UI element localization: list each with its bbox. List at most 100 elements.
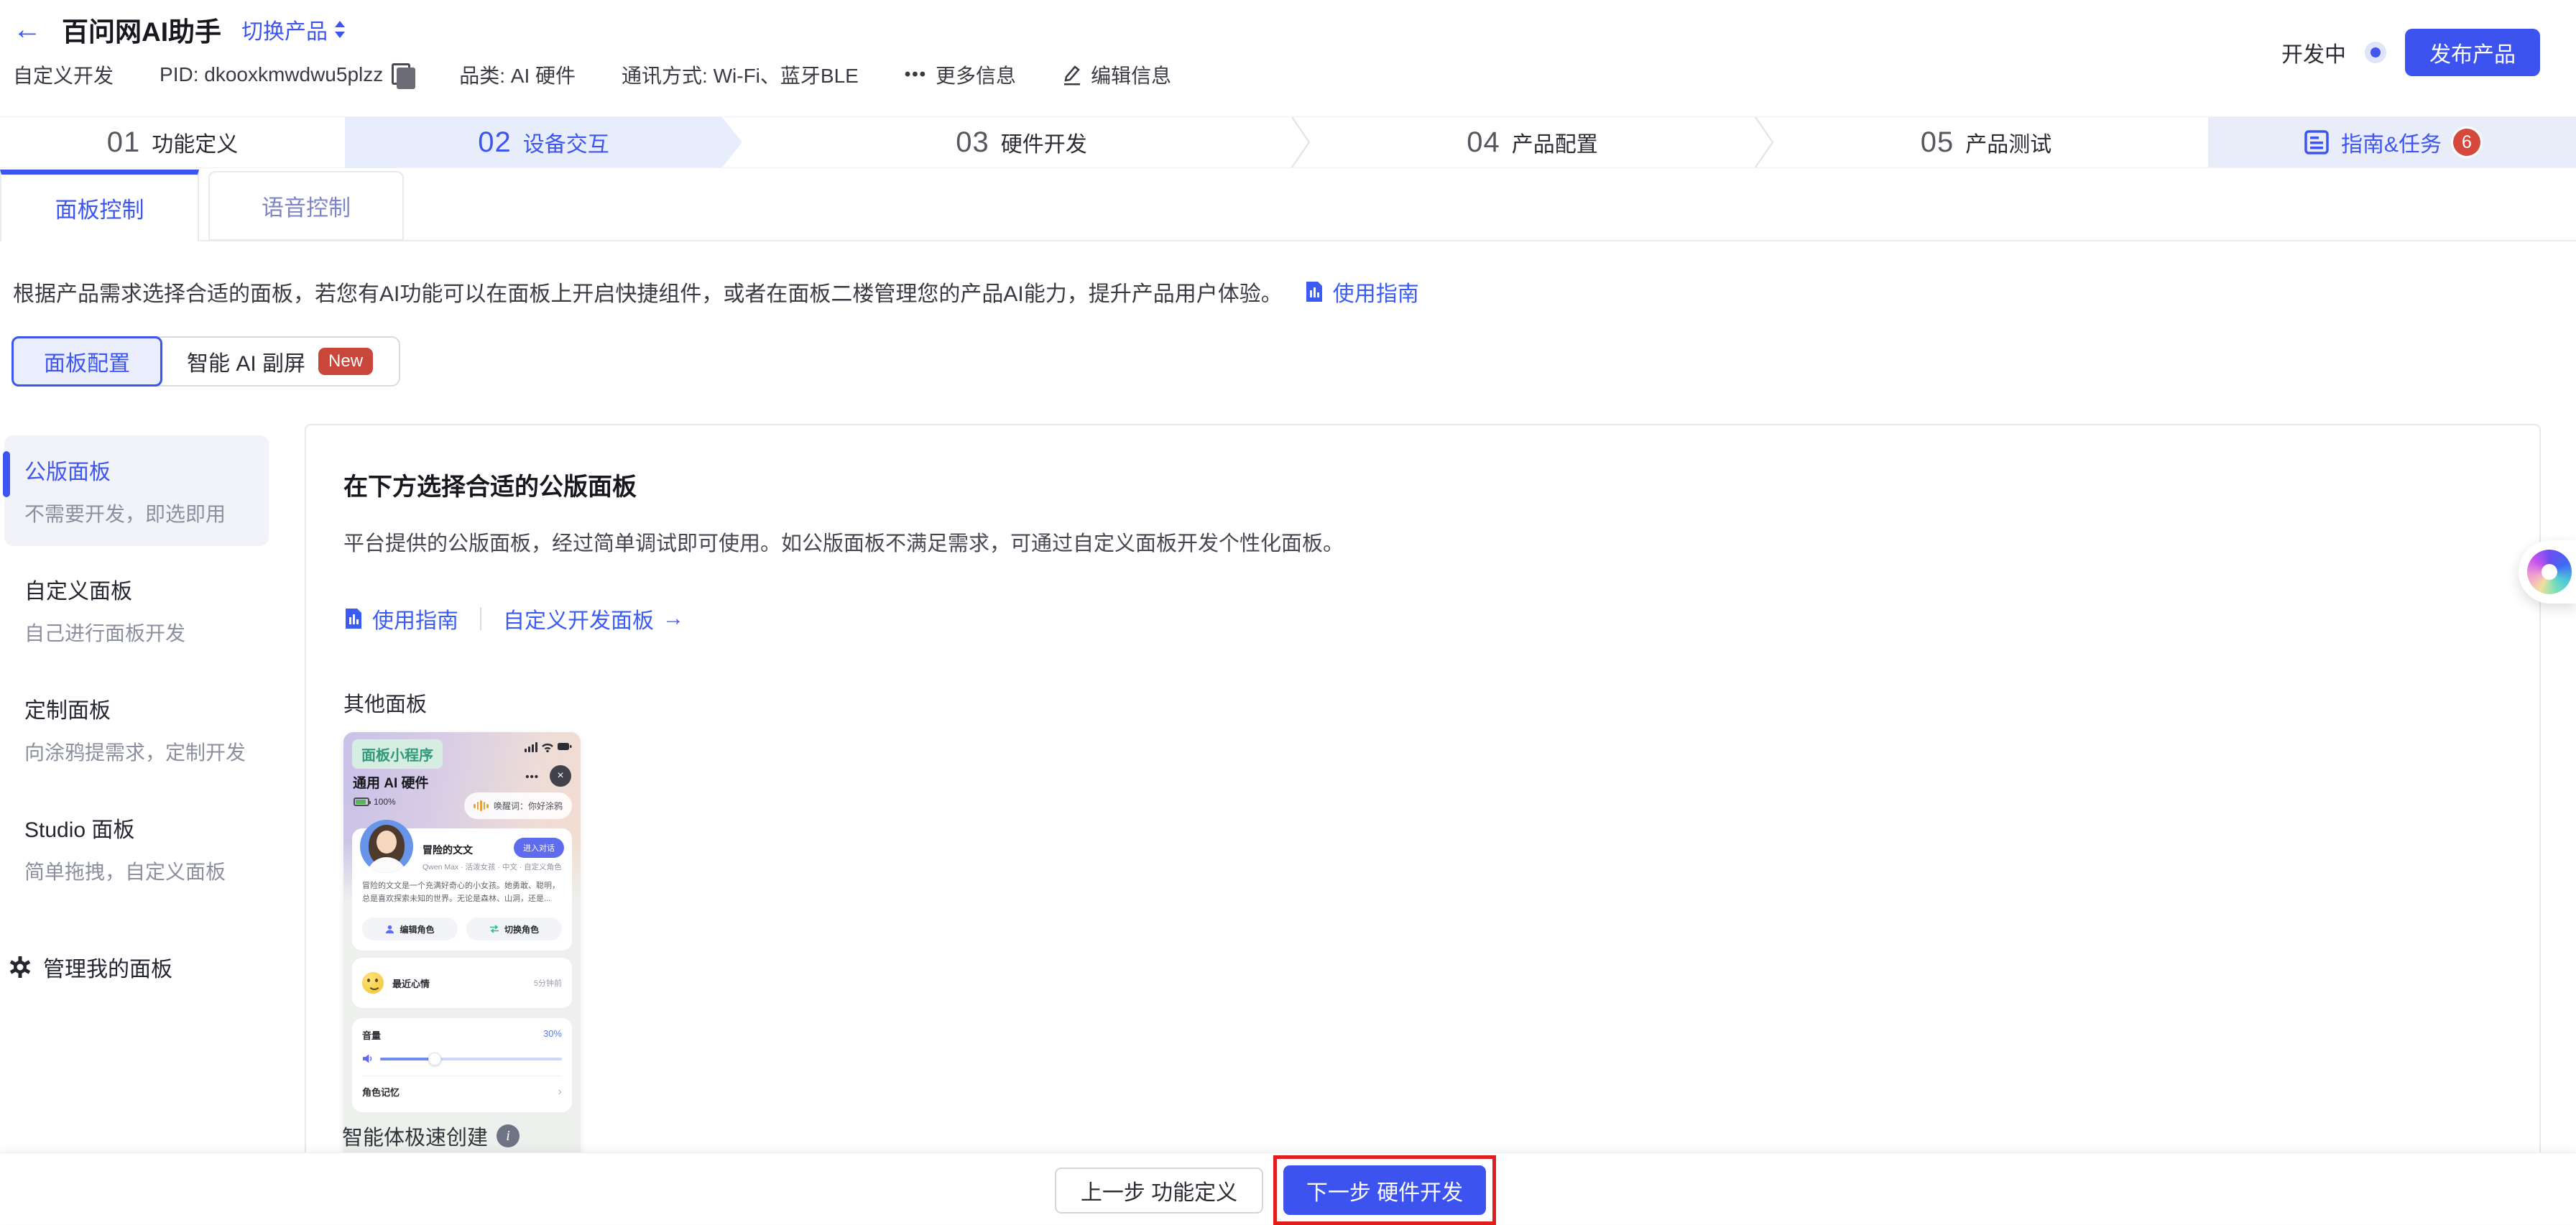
more-info-button[interactable]: 更多信息 bbox=[905, 60, 1016, 89]
role-memory-label: 角色记忆 bbox=[362, 1085, 400, 1099]
sidebar-item-tailored-panel[interactable]: 定制面板 向涂鸦提需求，定制开发 bbox=[4, 674, 269, 785]
avatar-face bbox=[377, 831, 397, 854]
battery-icon bbox=[354, 798, 369, 806]
copy-icon[interactable] bbox=[392, 63, 413, 86]
sidebar-item-title: Studio 面板 bbox=[24, 812, 249, 843]
tab-voice-control[interactable]: 语音控制 bbox=[208, 171, 404, 241]
agent-create-note: 智能体极速创建 i bbox=[342, 1121, 520, 1151]
character-name: 冒险的文文 bbox=[423, 843, 473, 857]
ai-assistant-float-button[interactable] bbox=[2519, 540, 2576, 604]
other-panels-label: 其他面板 bbox=[343, 688, 2502, 718]
back-arrow-icon[interactable] bbox=[13, 15, 42, 44]
wake-word-text: 唤醒词：你好涂鸦 bbox=[494, 800, 563, 812]
character-card: 冒险的文文 进入对话 Qwen Max · 活泼女孩 · 中文 · 自定义角色 … bbox=[352, 828, 572, 951]
guide-doc-icon bbox=[2304, 129, 2330, 155]
guide-tasks-button[interactable]: 指南&任务 6 bbox=[2208, 117, 2576, 167]
agent-create-label: 智能体极速创建 bbox=[342, 1121, 488, 1151]
mood-label: 最近心情 bbox=[392, 976, 430, 990]
steps-bar: 01 功能定义 02 设备交互 03 硬件开发 04 产品配置 05 产品测试 … bbox=[0, 116, 2576, 168]
panel-config-option[interactable]: 面板配置 bbox=[11, 336, 162, 387]
sound-wave-icon bbox=[474, 800, 489, 811]
character-description: 冒险的文文是一个充满好奇心的小女孩。她勇敢、聪明，总是喜欢探索未知的世界。无论是… bbox=[362, 880, 563, 905]
enter-chat-button: 进入对话 bbox=[514, 838, 564, 858]
chevron-right-icon bbox=[558, 1086, 562, 1099]
phone-product-title: 通用 AI 硬件 bbox=[353, 772, 429, 792]
card-heading: 在下方选择合适的公版面板 bbox=[343, 467, 2502, 502]
step-separator bbox=[1755, 117, 1773, 167]
battery-percent: 100% bbox=[374, 797, 396, 807]
step-03-hardware-dev[interactable]: 03 硬件开发 bbox=[742, 117, 1301, 167]
step-04-product-config[interactable]: 04 产品配置 bbox=[1301, 117, 1764, 167]
edit-info-label: 编辑信息 bbox=[1091, 60, 1171, 89]
edit-role-label: 编辑角色 bbox=[400, 923, 434, 935]
mood-card: 最近心情 5分钟前 bbox=[352, 958, 572, 1008]
sidebar-item-subtitle: 向涂鸦提需求，定制开发 bbox=[24, 737, 249, 766]
next-step-button[interactable]: 下一步 硬件开发 bbox=[1283, 1165, 1486, 1215]
swap-arrows-icon bbox=[489, 925, 499, 933]
sidebar-item-studio-panel[interactable]: Studio 面板 简单拖拽，自定义面板 bbox=[4, 793, 269, 904]
prev-step-button[interactable]: 上一步 功能定义 bbox=[1055, 1168, 1263, 1214]
edit-role-button: 编辑角色 bbox=[362, 917, 458, 940]
pid-value: PID: dkooxkmwdwu5plzz bbox=[160, 63, 383, 86]
manage-my-panels-label: 管理我的面板 bbox=[43, 951, 172, 983]
link-divider bbox=[480, 607, 481, 630]
person-icon bbox=[385, 925, 394, 934]
publish-product-button[interactable]: 发布产品 bbox=[2405, 29, 2540, 76]
sidebar-item-title: 自定义面板 bbox=[24, 573, 249, 605]
arrow-right-icon: → bbox=[663, 606, 684, 631]
role-memory-row: 角色记忆 bbox=[362, 1085, 562, 1099]
usage-guide-label: 使用指南 bbox=[372, 603, 458, 634]
step-label: 产品配置 bbox=[1512, 126, 1598, 158]
active-indicator-bar bbox=[3, 451, 10, 497]
tab-panel-control[interactable]: 面板控制 bbox=[0, 170, 199, 241]
sidebar-item-subtitle: 不需要开发，即选即用 bbox=[24, 499, 249, 527]
pid-field: PID: dkooxkmwdwu5plzz bbox=[160, 63, 413, 86]
product-title: 百问网AI助手 bbox=[62, 10, 221, 49]
step-05-product-test[interactable]: 05 产品测试 bbox=[1764, 117, 2208, 167]
step-number: 03 bbox=[956, 126, 989, 159]
step-number: 05 bbox=[1921, 126, 1954, 159]
speaker-icon bbox=[362, 1053, 373, 1064]
manage-my-panels-button[interactable]: 管理我的面板 bbox=[9, 951, 269, 983]
sidebar-item-custom-panel[interactable]: 自定义面板 自己进行面板开发 bbox=[4, 555, 269, 665]
sidebar-item-public-panel[interactable]: 公版面板 不需要开发，即选即用 bbox=[4, 435, 269, 546]
category-label: 品类: AI 硬件 bbox=[459, 60, 576, 89]
status-dot-icon bbox=[2365, 42, 2386, 63]
more-dots-icon bbox=[905, 65, 927, 85]
intro-guide-link[interactable]: 使用指南 bbox=[1304, 276, 1419, 308]
protocol-label: 通讯方式: Wi-Fi、蓝牙BLE bbox=[622, 60, 859, 89]
sidebar-item-title: 定制面板 bbox=[24, 693, 249, 724]
panel-preview-card[interactable]: 面板小程序 通用 AI 硬件 100% 唤醒词：你好涂鸦 冒险的文文 进入对话 … bbox=[343, 732, 581, 1166]
assistant-swirl-icon bbox=[2527, 550, 2572, 594]
tab-divider bbox=[200, 240, 2576, 241]
usage-guide-link[interactable]: 使用指南 bbox=[343, 603, 458, 634]
step-01-function-define[interactable]: 01 功能定义 bbox=[0, 117, 345, 167]
ai-screen-label: 智能 AI 副屏 bbox=[187, 346, 305, 377]
edit-info-button[interactable]: 编辑信息 bbox=[1062, 60, 1171, 89]
panel-type-sidebar: 公版面板 不需要开发，即选即用 自定义面板 自己进行面板开发 定制面板 向涂鸦提… bbox=[4, 435, 269, 983]
sidebar-item-subtitle: 简单拖拽，自定义面板 bbox=[24, 856, 249, 885]
step-number: 01 bbox=[107, 126, 141, 159]
custom-develop-panel-link[interactable]: 自定义开发面板 → bbox=[503, 603, 684, 634]
ai-screen-option[interactable]: 智能 AI 副屏 New bbox=[161, 338, 399, 385]
info-icon[interactable]: i bbox=[497, 1124, 520, 1147]
switch-role-label: 切换角色 bbox=[504, 923, 539, 935]
volume-slider bbox=[380, 1058, 562, 1060]
intro-row: 根据产品需求选择合适的面板，若您有AI功能可以在面板上开启快捷组件，或者在面板二… bbox=[13, 276, 1419, 308]
guide-tasks-badge: 6 bbox=[2453, 129, 2480, 156]
phone-more-icon bbox=[525, 771, 539, 783]
status-bar-icons bbox=[525, 741, 572, 752]
step-number: 04 bbox=[1467, 126, 1500, 159]
intro-text: 根据产品需求选择合适的面板，若您有AI功能可以在面板上开启快捷组件，或者在面板二… bbox=[13, 276, 1283, 308]
bottom-action-bar: 上一步 功能定义 下一步 硬件开发 bbox=[0, 1152, 2576, 1224]
page-header: 百问网AI助手 切换产品 自定义开发 PID: dkooxkmwdwu5plzz… bbox=[0, 0, 2576, 116]
doc-icon bbox=[343, 607, 364, 630]
sort-arrows-icon bbox=[333, 20, 346, 39]
public-panel-card: 在下方选择合适的公版面板 平台提供的公版面板，经过简单调试即可使用。如公版面板不… bbox=[305, 424, 2541, 1224]
volume-slider-knob bbox=[428, 1053, 441, 1065]
panel-view-switch: 面板配置 智能 AI 副屏 New bbox=[11, 336, 400, 387]
dev-status-label: 开发中 bbox=[2281, 37, 2346, 68]
step-02-device-interaction[interactable]: 02 设备交互 bbox=[345, 117, 742, 167]
switch-product-button[interactable]: 切换产品 bbox=[241, 14, 346, 45]
step-label: 产品测试 bbox=[1965, 126, 2051, 158]
